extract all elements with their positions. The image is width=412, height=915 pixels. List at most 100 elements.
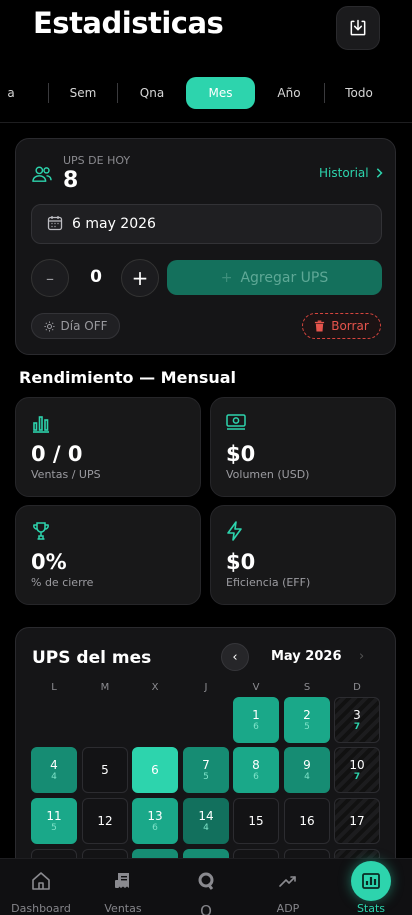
stats-active-button[interactable] [351, 861, 391, 901]
tab-mes[interactable]: Mes [186, 77, 255, 109]
calendar-day[interactable]: 13 6 [132, 798, 178, 844]
calendar-day[interactable]: 8 6 [233, 747, 279, 793]
increment-button[interactable]: + [121, 259, 159, 297]
tab-todo[interactable]: Todo [334, 77, 384, 109]
day-number: 8 [252, 757, 260, 772]
nav-label: ADP [276, 902, 300, 915]
day-ups: 6 [152, 822, 158, 833]
day-ups: 5 [304, 721, 310, 732]
day-number: 14 [198, 808, 214, 823]
nav-ventas[interactable]: Ventas [82, 859, 164, 915]
calendar-month: May 2026 [271, 649, 342, 664]
metric-value: $0 [226, 550, 256, 574]
day-ups: 7 [353, 721, 361, 732]
day-ups: 5 [203, 771, 209, 782]
decrement-button[interactable]: – [31, 259, 69, 297]
day-number: 15 [248, 814, 264, 828]
tab-dia[interactable]: a [0, 77, 32, 109]
day-ups: 6 [253, 721, 259, 732]
calendar-day[interactable]: 12 [82, 798, 128, 844]
sun-icon [43, 320, 55, 332]
period-tabs: a Sem Qna Mes Año Todo [0, 70, 412, 116]
calendar-day[interactable]: 14 4 [183, 798, 229, 844]
stats-icon [362, 873, 380, 889]
calendar-day[interactable]: 16 [284, 798, 330, 844]
money-icon [226, 414, 246, 430]
calendar-day[interactable]: 7 5 [183, 747, 229, 793]
download-button[interactable] [336, 6, 380, 50]
day-number: 4 [50, 757, 58, 772]
calendar-day[interactable]: 11 5 [31, 798, 77, 844]
day-off-button[interactable]: Día OFF [31, 313, 120, 339]
calendar-day[interactable]: 5 [82, 747, 128, 793]
nav-q[interactable]: Q [165, 859, 247, 915]
calendar-day[interactable]: 3 7 [334, 697, 380, 743]
performance-title: Rendimiento — Mensual [19, 368, 237, 387]
weekday-label: X [151, 682, 159, 693]
history-label: Historial [319, 166, 369, 180]
page-title: Estadisticas [33, 6, 224, 40]
day-ups: 7 [353, 771, 361, 782]
calendar-card: UPS del mes ‹ May 2026 › L M X J V S D 1… [15, 627, 396, 887]
day-ups: 4 [51, 771, 57, 782]
metric-label: Volumen (USD) [226, 468, 310, 481]
metric-close-rate-card: 0% % de cierre [15, 505, 201, 605]
ups-card: UPS DE HOY 8 Historial 6 may 2026 – 0 + … [15, 138, 396, 355]
quantity-value: 0 [90, 267, 102, 287]
calendar-day[interactable]: 9 4 [284, 747, 330, 793]
lightning-icon [227, 521, 242, 541]
calendar-day[interactable]: 17 [334, 798, 380, 844]
next-month-button[interactable]: › [359, 649, 364, 664]
nav-label: Stats [356, 902, 386, 915]
nav-label: Dashboard [11, 902, 71, 915]
day-number: 12 [97, 814, 113, 828]
ups-today-label: UPS DE HOY [63, 154, 131, 167]
calendar-day-today[interactable]: 6 [132, 747, 178, 793]
plus-icon: + [220, 269, 233, 286]
tab-ano[interactable]: Año [264, 77, 314, 109]
delete-label: Borrar [331, 319, 369, 333]
calendar-day[interactable]: 15 [233, 798, 279, 844]
bottom-nav: Dashboard Ventas Q ADP Stats [0, 858, 412, 915]
ups-today-value: 8 [63, 168, 79, 193]
tab-divider [117, 83, 118, 103]
day-number: 3 [353, 707, 361, 722]
metric-value: $0 [226, 442, 256, 466]
minus-label: – [46, 268, 54, 288]
calendar-day[interactable]: 1 6 [233, 697, 279, 743]
add-ups-button[interactable]: + Agregar UPS [167, 260, 382, 295]
receipt-icon [115, 873, 129, 888]
metric-volume-card: $0 Volumen (USD) [210, 397, 396, 497]
delete-button[interactable]: Borrar [302, 313, 381, 339]
calendar-day[interactable]: 4 4 [31, 747, 77, 793]
day-number: 9 [303, 757, 311, 772]
day-number: 10 [349, 757, 365, 772]
day-number: 17 [349, 814, 365, 828]
nav-label: Q [200, 902, 212, 915]
bar-chart-icon [33, 416, 49, 433]
metric-sales-card: 0 / 0 Ventas / UPS [15, 397, 201, 497]
nav-dashboard[interactable]: Dashboard [0, 859, 82, 915]
tab-sem[interactable]: Sem [58, 77, 108, 109]
prev-month-button[interactable]: ‹ [221, 643, 249, 671]
nav-adp[interactable]: ADP [247, 859, 329, 915]
tab-qna[interactable]: Qna [127, 77, 177, 109]
calendar-day[interactable]: 10 7 [334, 747, 380, 793]
q-logo-icon [198, 872, 214, 890]
weekday-label: D [353, 682, 361, 693]
day-ups: 5 [51, 822, 57, 833]
trend-up-icon [279, 876, 296, 887]
day-number: 5 [101, 763, 109, 777]
nav-label: Ventas [104, 902, 142, 915]
day-off-label: Día OFF [60, 319, 108, 333]
metric-label: Ventas / UPS [31, 468, 101, 481]
history-link[interactable]: Historial [319, 166, 383, 180]
day-ups: 6 [253, 771, 259, 782]
add-ups-label: Agregar UPS [240, 269, 329, 286]
weekday-label: M [100, 682, 110, 693]
metric-label: % de cierre [31, 576, 94, 589]
calendar-day[interactable]: 2 5 [284, 697, 330, 743]
day-number: 13 [147, 808, 163, 823]
day-number: 7 [202, 757, 210, 772]
metric-efficiency-card: $0 Eficiencia (EFF) [210, 505, 396, 605]
